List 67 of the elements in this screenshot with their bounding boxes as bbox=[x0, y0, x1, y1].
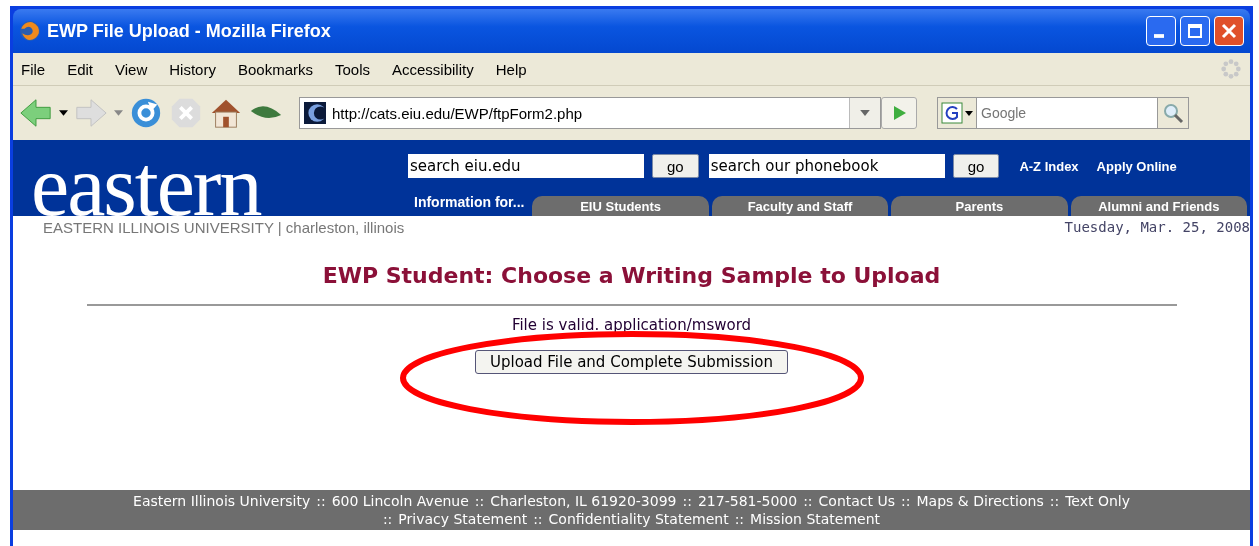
audience-tab[interactable]: Faculty and Staff bbox=[711, 196, 889, 216]
footer-text: 217-581-5000 bbox=[697, 492, 798, 510]
menu-item[interactable]: Accessibility bbox=[392, 60, 474, 78]
window-title: EWP File Upload - Mozilla Firefox bbox=[47, 20, 331, 42]
reload-icon[interactable] bbox=[129, 96, 163, 130]
site-logo: eastern bbox=[30, 140, 262, 216]
go-button[interactable] bbox=[881, 97, 917, 129]
header-link[interactable]: Apply Online bbox=[1096, 158, 1177, 174]
search-field[interactable]: search eiu.edu bbox=[408, 154, 644, 178]
close-icon bbox=[1219, 21, 1239, 41]
go-button[interactable]: go bbox=[652, 154, 699, 178]
footer-text: :: bbox=[901, 492, 911, 510]
globe-icon bbox=[19, 20, 41, 42]
footer-text: :: bbox=[1049, 492, 1060, 510]
back-arrow-icon[interactable] bbox=[19, 96, 53, 130]
menu-item[interactable]: Bookmarks bbox=[237, 60, 313, 78]
maximize-button[interactable] bbox=[1180, 16, 1210, 46]
dropdown-button[interactable] bbox=[849, 98, 880, 128]
audience-tab[interactable]: EIU Students bbox=[532, 196, 709, 216]
address-bar[interactable]: http://cats.eiu.edu/EWP/ftpForm2.php bbox=[299, 97, 881, 129]
footer-text: Maps & Directions bbox=[916, 492, 1044, 510]
footer-text: Eastern Illinois University bbox=[133, 492, 311, 510]
footer-text: :: bbox=[316, 492, 326, 510]
minimize-button[interactable] bbox=[1146, 16, 1176, 46]
footer-text: Privacy Statement bbox=[398, 510, 528, 528]
footer-text: :: bbox=[382, 510, 393, 528]
menu-item[interactable]: History bbox=[169, 60, 216, 78]
maximize-icon bbox=[1185, 21, 1205, 41]
audience-tab[interactable]: Alumni and Friends bbox=[1070, 196, 1247, 216]
menu-item[interactable]: File bbox=[21, 60, 46, 78]
throbber-icon bbox=[1220, 58, 1242, 80]
footer-text: Text Only bbox=[1065, 492, 1130, 510]
go-button[interactable]: go bbox=[952, 154, 1000, 178]
caret-icon[interactable] bbox=[59, 110, 68, 116]
audience-tab[interactable]: Parents bbox=[891, 196, 1068, 216]
footer-text: :: bbox=[474, 492, 485, 510]
menu-item[interactable]: Help bbox=[495, 60, 527, 78]
menu-item[interactable]: View bbox=[115, 60, 148, 78]
url-text: http://cats.eiu.edu/EWP/ftpForm2.php bbox=[332, 104, 584, 122]
info-label: Information for... bbox=[414, 194, 525, 210]
footer-text: :: bbox=[533, 510, 543, 528]
status-message: File is valid. application/msword bbox=[511, 316, 752, 334]
footer-text: 600 Lincoln Avenue bbox=[331, 492, 469, 510]
minimize-icon bbox=[1154, 34, 1164, 38]
footer-text: Contact Us bbox=[818, 492, 896, 510]
search-engine-button[interactable] bbox=[937, 97, 977, 129]
date-text: Tuesday, Mar. 25, 2008 bbox=[1064, 219, 1250, 235]
footer-text: :: bbox=[734, 510, 745, 528]
search-icon[interactable] bbox=[1157, 97, 1189, 129]
page-heading: EWP Student: Choose a Writing Sample to Upload bbox=[322, 263, 941, 288]
close-button[interactable] bbox=[1214, 16, 1244, 46]
caret-icon bbox=[860, 110, 870, 116]
g-letter-icon bbox=[941, 102, 963, 124]
menu-item[interactable]: Edit bbox=[67, 60, 94, 78]
header-link[interactable]: A-Z Index bbox=[1019, 158, 1079, 174]
submit-button[interactable]: Upload File and Complete Submission bbox=[474, 350, 789, 374]
footer-text: Confidentiality Statement bbox=[548, 510, 729, 528]
menu-item[interactable]: Tools bbox=[335, 60, 370, 78]
footer-text: Charleston, IL 61920-3099 bbox=[490, 492, 677, 510]
footer-text: Mission Statement bbox=[750, 510, 881, 528]
footer-text: :: bbox=[682, 492, 692, 510]
search-field[interactable]: Google bbox=[977, 97, 1157, 129]
site-icon bbox=[304, 102, 326, 124]
search-field[interactable]: search our phonebook bbox=[708, 154, 945, 178]
tagline: EASTERN ILLINOIS UNIVERSITY | charleston, illinois bbox=[43, 218, 405, 236]
footer-text: :: bbox=[803, 492, 813, 510]
caret-icon bbox=[965, 110, 973, 116]
